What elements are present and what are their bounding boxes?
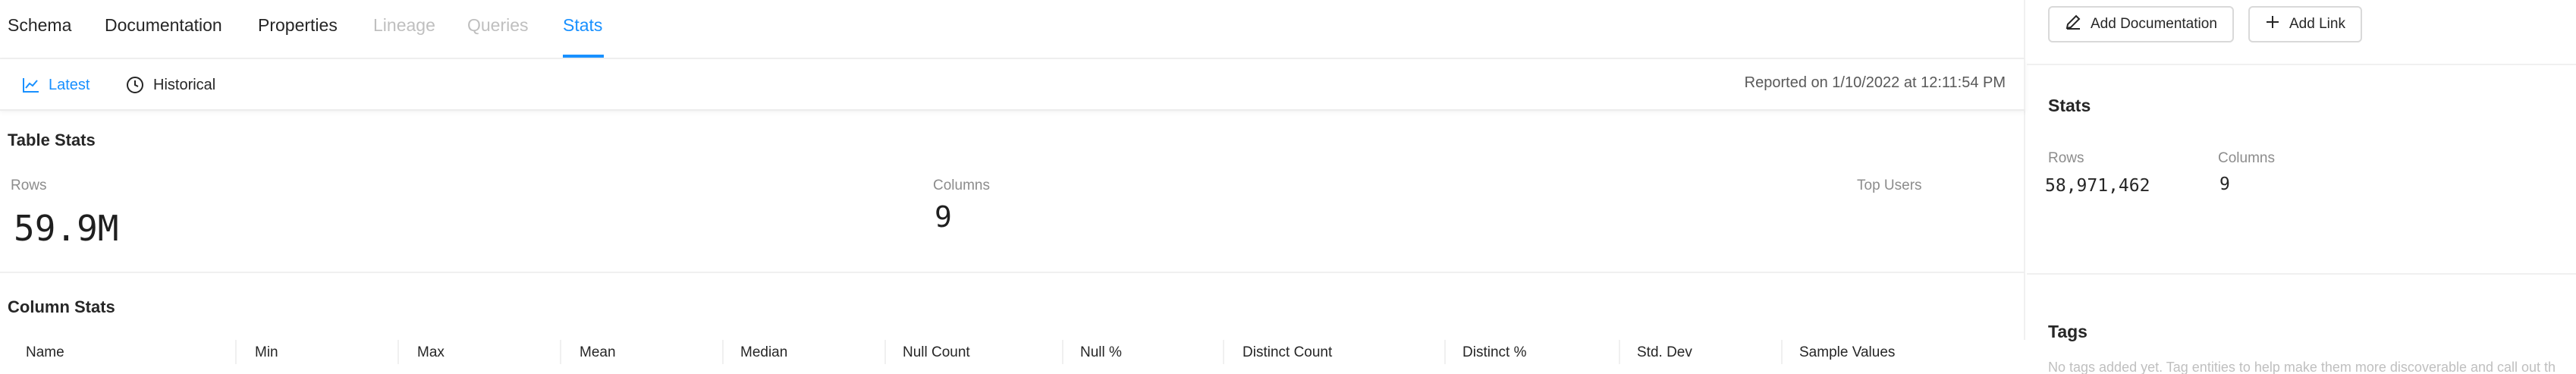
col-header-min[interactable]: Min [255,344,278,361]
col-header-median[interactable]: Median [740,344,787,361]
column-resize-handle [884,340,886,364]
col-header-max[interactable]: Max [417,344,445,361]
tab-stats[interactable]: Stats [563,15,602,36]
tab-lineage: Lineage [373,15,435,35]
sidebar-columns-value: 9 [2219,174,2230,194]
add-link-label: Add Link [2289,16,2345,32]
sidebar-divider [2027,273,2576,275]
col-header-std-dev[interactable]: Std. Dev [1637,344,1692,361]
section-divider [0,272,2025,273]
latest-view-button[interactable]: Latest [23,73,90,97]
col-header-name[interactable]: Name [26,344,64,361]
entity-profile-main: Schema Documentation Properties Lineage … [0,0,2025,374]
table-columns-label: Columns [933,178,990,193]
tab-documentation[interactable]: Documentation [105,15,222,36]
column-resize-handle [235,340,237,364]
sidebar-divider [2027,64,2576,65]
column-resize-handle [722,340,724,364]
tab-queries: Queries [467,15,529,35]
column-resize-handle [397,340,399,364]
active-tab-indicator [563,55,604,58]
column-resize-handle [1223,340,1224,364]
column-resize-handle [560,340,561,364]
sidebar-stats-title: Stats [2048,96,2091,115]
table-columns-value: 9 [935,200,952,234]
historical-view-label: Historical [153,76,216,93]
historical-view-button[interactable]: Historical [126,73,215,97]
entity-sidebar: Add Documentation Add Link Stats Rows 58… [2027,0,2576,374]
column-resize-handle [1619,340,1620,364]
reported-timestamp: Reported on 1/10/2022 at 12:11:54 PM [1744,74,2006,91]
sidebar-rows-label: Rows [2048,150,2084,166]
table-rows-value: 59.9M [14,208,119,249]
col-header-distinct-count[interactable]: Distinct Count [1242,344,1332,361]
top-users-label: Top Users [1857,178,1922,193]
add-documentation-label: Add Documentation [2091,16,2217,32]
entity-tabs: Schema Documentation Properties Lineage … [0,0,2025,59]
latest-view-label: Latest [49,76,90,93]
column-resize-handle [1444,340,1446,364]
table-rows-label: Rows [11,178,47,193]
line-chart-icon [23,77,39,93]
column-resize-handle [1781,340,1783,364]
col-header-null-percent[interactable]: Null % [1080,344,1122,361]
edit-icon [2065,14,2081,35]
column-stats-table-header: Name Min Max Mean Median Null Count Null… [0,340,2025,374]
add-documentation-button[interactable]: Add Documentation [2048,6,2234,42]
col-header-null-count[interactable]: Null Count [903,344,970,361]
tab-schema[interactable]: Schema [8,15,71,36]
tags-empty-note: No tags added yet. Tag entities to help … [2048,360,2556,374]
sidebar-tags-title: Tags [2048,322,2088,341]
col-header-sample-values[interactable]: Sample Values [1799,344,1895,361]
column-stats-title: Column Stats [8,297,115,316]
column-resize-handle [1062,340,1063,364]
add-link-button[interactable]: Add Link [2248,6,2362,42]
sidebar-rows-value: 58,971,462 [2045,176,2150,196]
stats-view-toolbar: Latest Historical [0,59,2025,111]
plus-icon [2265,14,2280,34]
table-stats-title: Table Stats [8,130,96,149]
sidebar-columns-label: Columns [2218,150,2275,166]
clock-icon [126,76,144,94]
col-header-mean[interactable]: Mean [580,344,616,361]
col-header-distinct-percent[interactable]: Distinct % [1462,344,1526,361]
tab-properties[interactable]: Properties [258,15,338,36]
